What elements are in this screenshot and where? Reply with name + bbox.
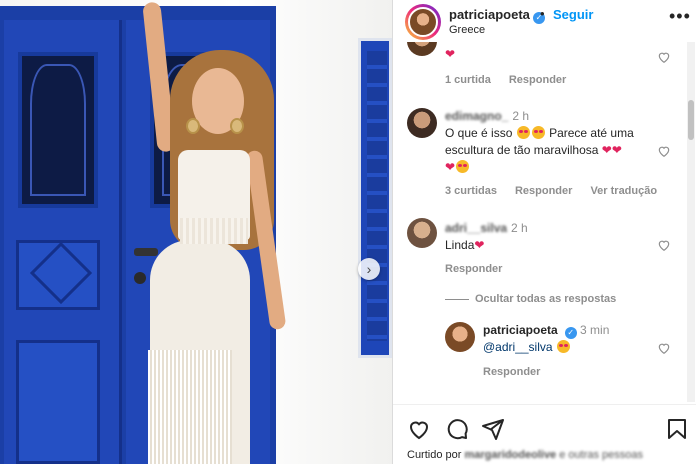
reply-body: patriciapoeta ✓ 3 min @adri__silva <box>483 322 609 356</box>
door-panel-diamond <box>16 240 100 310</box>
comment-likes[interactable]: 1 curtida <box>445 74 491 86</box>
post-location[interactable]: Greece <box>449 24 485 36</box>
earring-left <box>186 118 200 134</box>
comment-icon[interactable] <box>445 417 469 441</box>
heart-eyes-emoji <box>516 126 530 139</box>
earring-right <box>230 118 244 134</box>
comment-time[interactable]: 2 h <box>511 221 528 235</box>
author-avatar[interactable] <box>405 4 441 40</box>
post-photo: › <box>0 0 392 464</box>
comment-likes[interactable]: 3 curtidas <box>445 185 497 197</box>
post-header: patriciapoeta ✓ • Seguir Greece ••• <box>393 0 696 42</box>
bookmark-icon[interactable] <box>665 417 689 441</box>
red-heart-emoji: ❤ <box>474 238 485 252</box>
comment-meta: 3 curtidas Responder Ver tradução <box>445 185 675 197</box>
follow-button[interactable]: Seguir <box>553 7 593 22</box>
author-username[interactable]: patriciapoeta ✓ <box>449 7 545 24</box>
comment-meta: 1 curtida Responder <box>445 74 584 86</box>
reply-time[interactable]: 3 min <box>580 323 609 337</box>
scrollbar-thumb[interactable] <box>688 100 694 140</box>
liked-by-text: Curtido por margaridodeolive e outras pe… <box>407 449 644 461</box>
verified-badge-icon: ✓ <box>564 327 577 339</box>
comment-avatar[interactable] <box>407 218 437 248</box>
heart-eyes-emoji <box>556 340 570 353</box>
red-heart-emoji: ❤ <box>445 47 456 61</box>
door-handle <box>134 248 158 256</box>
comment-avatar[interactable] <box>407 108 437 138</box>
comments-list: ❤ 1 curtida Responder edimagno_ 2 h O que … <box>393 42 685 402</box>
reply-button[interactable]: Responder <box>509 74 566 86</box>
header-separator: • <box>540 6 545 21</box>
comment-body: ❤ <box>445 46 455 63</box>
comment-body: adri__silva 2 h Linda❤ <box>445 221 528 252</box>
door-lock <box>134 272 146 284</box>
door-panel-lower <box>16 340 100 464</box>
dress-fringe <box>148 350 232 464</box>
door-window-left <box>18 52 98 208</box>
comment-username[interactable]: adri__silva <box>445 221 507 235</box>
more-options-button[interactable]: ••• <box>669 6 691 27</box>
red-heart-emoji: ❤ <box>445 160 456 174</box>
reply-button[interactable]: Responder <box>515 185 572 197</box>
mention-link[interactable]: @adri__silva <box>483 340 553 354</box>
red-heart-emoji: ❤ <box>611 143 622 157</box>
translate-button[interactable]: Ver tradução <box>590 185 657 197</box>
reply-meta: Responder <box>483 366 558 378</box>
reply-button[interactable]: Responder <box>445 263 502 275</box>
red-heart-emoji: ❤ <box>601 143 612 157</box>
reply-username[interactable]: patriciapoeta <box>483 323 558 337</box>
reply-like-heart-icon[interactable] <box>657 341 671 355</box>
liked-by-others[interactable]: e outras pessoas <box>559 449 643 461</box>
comment-meta: Responder <box>445 263 520 275</box>
reply-button[interactable]: Responder <box>483 366 540 378</box>
heart-eyes-emoji <box>456 160 470 173</box>
comment-avatar[interactable] <box>407 42 437 56</box>
post-actions-bar: Curtido por margaridodeolive e outras pe… <box>393 404 696 464</box>
instagram-post-view: › patriciapoeta ✓ • Seguir Greece ••• ❤ 1… <box>0 0 696 464</box>
reply-avatar[interactable] <box>445 322 475 352</box>
blue-window-shutter <box>358 38 392 358</box>
comment-time[interactable]: 2 h <box>512 109 529 123</box>
comments-scrollbar[interactable] <box>687 42 695 402</box>
replies-divider <box>445 299 469 300</box>
comment-like-heart-icon[interactable] <box>657 50 671 64</box>
heart-icon[interactable] <box>407 417 431 441</box>
comment-like-heart-icon[interactable] <box>657 238 671 252</box>
comment-username[interactable]: edimagno_ <box>445 109 508 123</box>
next-photo-button[interactable]: › <box>358 258 380 280</box>
post-side-panel: patriciapoeta ✓ • Seguir Greece ••• ❤ 1 c… <box>392 0 696 464</box>
heart-eyes-emoji <box>531 126 545 139</box>
comment-body: edimagno_ 2 h O que é isso Parece até uma… <box>445 109 634 174</box>
liked-by-user[interactable]: margaridodeolive <box>464 449 556 461</box>
paper-plane-icon[interactable] <box>481 417 505 441</box>
hide-replies-button[interactable]: Ocultar todas as respostas <box>475 293 616 305</box>
comment-like-heart-icon[interactable] <box>657 144 671 158</box>
dress-lace-waist <box>180 218 248 244</box>
